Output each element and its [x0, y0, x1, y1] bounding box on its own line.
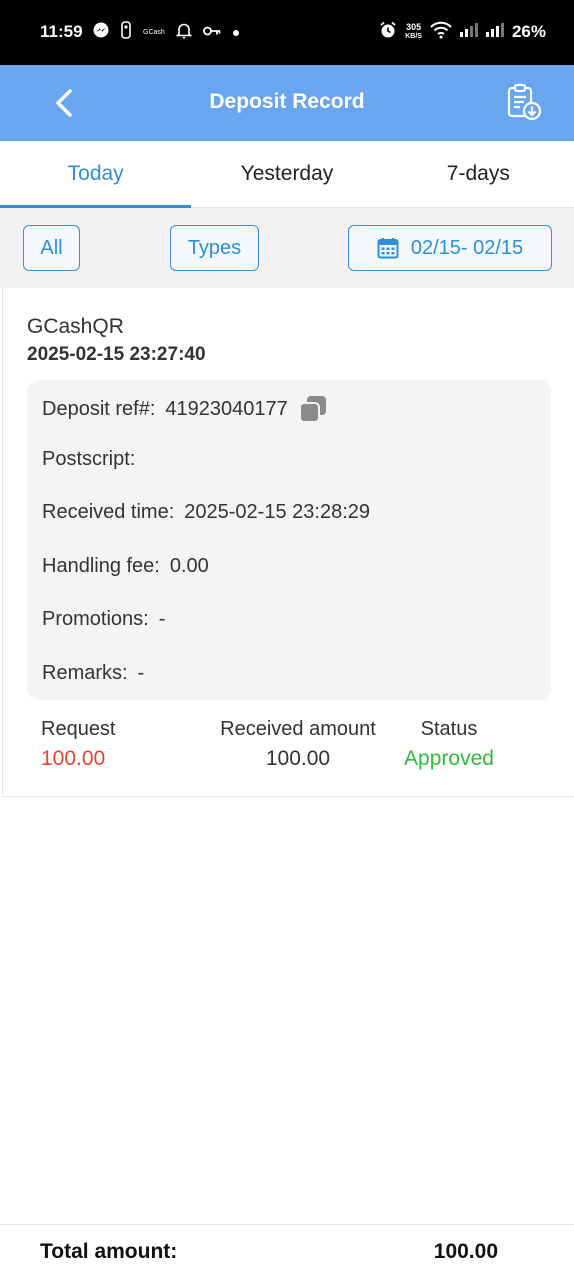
- battery-level: 26%: [511, 22, 546, 41]
- promotions-row: Promotions: -: [42, 608, 165, 631]
- date-tabs: Today Yesterday 7-days: [0, 141, 574, 208]
- all-filter-button[interactable]: All: [23, 225, 80, 271]
- request-label: Request: [41, 718, 116, 740]
- tab-today[interactable]: Today: [0, 141, 192, 208]
- calendar-icon: [377, 238, 399, 259]
- alarm-icon: [379, 21, 397, 44]
- received-amount-label: Received amount: [220, 718, 376, 740]
- received-amount-summary: Received amount 100.00: [206, 718, 390, 771]
- received-time-row: Received time: 2025-02-15 23:28:29: [42, 501, 370, 524]
- page-title: Deposit Record: [209, 90, 365, 113]
- system-indicators: 305 KB/S 26%: [379, 21, 546, 43]
- app-header: Deposit Record: [0, 65, 574, 141]
- copy-icon[interactable]: [298, 394, 328, 424]
- remarks-value: -: [137, 662, 145, 684]
- record-datetime: 2025-02-15 23:27:40: [27, 344, 206, 365]
- deposit-ref-label: Deposit ref#:: [42, 397, 156, 420]
- request-summary: Request 100.00: [41, 718, 116, 771]
- remarks-label: Remarks:: [42, 662, 128, 684]
- status-label: Status: [420, 718, 478, 740]
- export-button[interactable]: [504, 82, 544, 122]
- received-amount-value: 100.00: [265, 747, 331, 770]
- record-type: GCashQR: [27, 315, 124, 338]
- wifi-icon: [430, 21, 452, 44]
- record-details: Deposit ref#: 41923040177 Postscript: Re…: [27, 380, 551, 700]
- deposit-ref-row: Deposit ref#: 41923040177: [42, 394, 328, 424]
- signal-icon-2: [485, 22, 504, 42]
- received-time-value: 2025-02-15 23:28:29: [184, 501, 370, 523]
- types-filter-button[interactable]: Types: [170, 225, 259, 271]
- dot-icon: [232, 23, 240, 43]
- key-icon: [202, 23, 221, 43]
- bell-icon: [175, 22, 193, 45]
- signal-icon-1: [459, 22, 478, 42]
- status-bar: 11:59 GCash 305 KB/S 26%: [0, 0, 574, 65]
- handling-fee-row: Handling fee: 0.00: [42, 555, 209, 578]
- network-speed: 305 KB/S: [405, 22, 422, 41]
- deposit-ref-value: 41923040177: [165, 397, 288, 420]
- remarks-row: Remarks: -: [42, 662, 144, 685]
- deposit-record-card: GCashQR 2025-02-15 23:27:40 Deposit ref#…: [2, 288, 574, 797]
- total-footer: Total amount: 100.00: [0, 1224, 574, 1280]
- status-time: 11:59: [40, 22, 83, 41]
- tab-7-days[interactable]: 7-days: [383, 141, 574, 207]
- postscript-row: Postscript:: [42, 448, 145, 471]
- status-badge: Approved: [404, 747, 494, 770]
- total-amount-label: Total amount:: [40, 1240, 178, 1263]
- date-range-button[interactable]: 02/15- 02/15: [348, 225, 552, 271]
- request-value: 100.00: [41, 747, 106, 770]
- received-time-label: Received time:: [42, 501, 175, 523]
- date-range-label: 02/15- 02/15: [410, 236, 524, 259]
- total-amount-value: 100.00: [433, 1240, 498, 1263]
- status-summary: Status Approved: [397, 718, 501, 771]
- postscript-label: Postscript:: [42, 448, 136, 470]
- promotions-value: -: [158, 608, 166, 630]
- promotions-label: Promotions:: [42, 608, 149, 630]
- notification-icons: GCash: [93, 21, 240, 45]
- messenger-icon: [93, 22, 109, 44]
- tab-yesterday[interactable]: Yesterday: [191, 141, 382, 207]
- filter-bar: All Types 02/15- 02/15: [0, 208, 574, 288]
- clipboard-download-icon: [507, 83, 542, 121]
- handling-fee-value: 0.00: [169, 555, 209, 577]
- handling-fee-label: Handling fee:: [42, 555, 160, 577]
- gcash-icon: GCash: [143, 29, 165, 36]
- basketball-icon: [120, 21, 132, 45]
